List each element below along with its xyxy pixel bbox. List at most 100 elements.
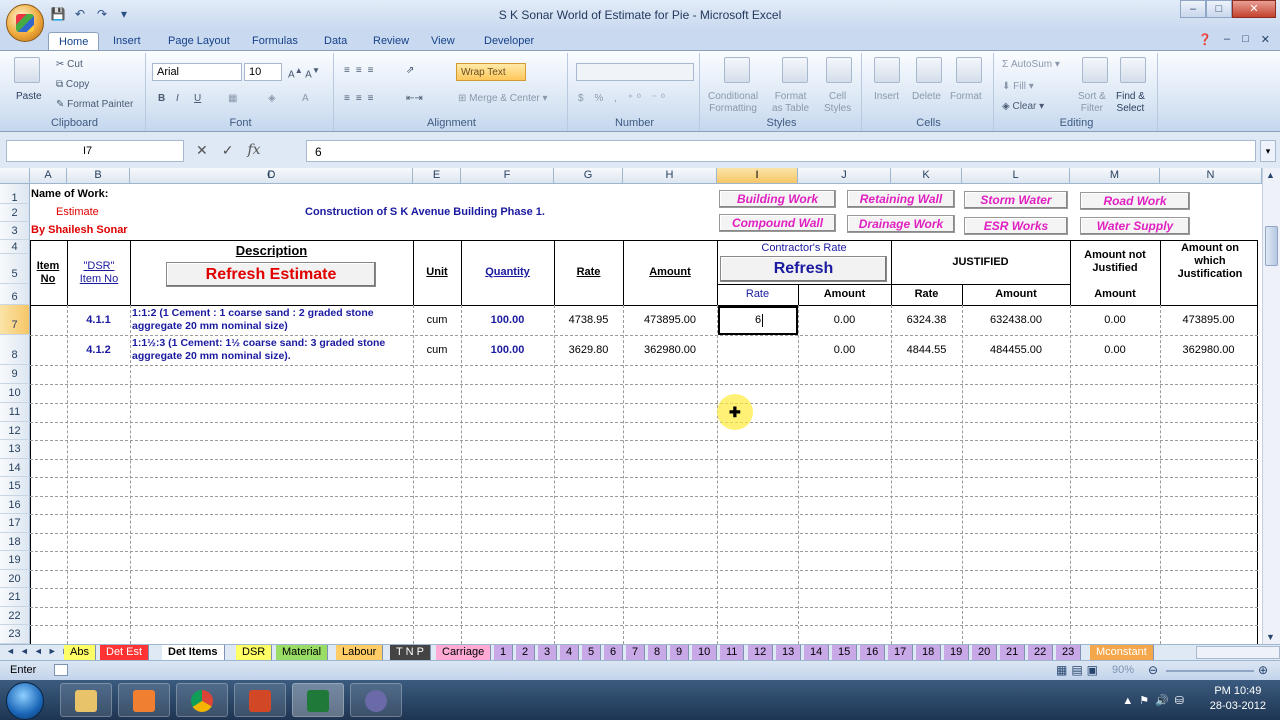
insert-cells-button[interactable]: Insert	[874, 91, 899, 102]
sheet-tab-numbered[interactable]: 4	[560, 645, 580, 660]
fill-button[interactable]: ⬇ Fill ▾	[1002, 81, 1034, 92]
description-cell-line1[interactable]: 1:1:2 (1 Cement : 1 coarse sand : 2 grad…	[132, 307, 374, 319]
format-as-table-icon[interactable]	[782, 57, 808, 83]
contractor-rate-input[interactable]: 6	[755, 314, 761, 326]
row-header-4[interactable]: 4	[0, 240, 30, 254]
name-box[interactable]: I7	[6, 140, 184, 162]
refresh-button[interactable]: Refresh	[720, 256, 887, 282]
col-header-e[interactable]: E	[413, 168, 461, 184]
find-select-icon[interactable]	[1120, 57, 1146, 83]
conditional-formatting-icon[interactable]	[724, 57, 750, 83]
sheet-tab-numbered[interactable]: 10	[692, 645, 718, 660]
taskbar-speedometer[interactable]	[350, 683, 402, 717]
amount-cell[interactable]: 362980.00	[623, 344, 717, 356]
autosum-button[interactable]: Σ AutoSum ▾	[1002, 59, 1060, 70]
expand-formula-bar-icon[interactable]: ▾	[1260, 140, 1276, 162]
bold-icon[interactable]: B	[158, 93, 165, 104]
sheet-tab-numbered[interactable]: 14	[804, 645, 830, 660]
justified-rate-cell[interactable]: 4844.55	[891, 344, 962, 356]
row-header-8[interactable]: 8	[0, 335, 30, 365]
sheet-tab-numbered[interactable]: 1	[494, 645, 514, 660]
col-header-j[interactable]: J	[798, 168, 891, 184]
contractor-amount-cell[interactable]: 0.00	[798, 314, 891, 326]
dsr-cell[interactable]: 4.1.1	[67, 314, 130, 326]
italic-icon[interactable]: I	[176, 93, 179, 104]
cut-button[interactable]: ✂ Cut	[56, 59, 83, 70]
sheet-tab-numbered[interactable]: 12	[748, 645, 774, 660]
tab-view[interactable]: View	[421, 32, 465, 50]
format-cells-button[interactable]: Format	[950, 91, 982, 102]
retaining-wall-button[interactable]: Retaining Wall	[847, 190, 955, 208]
not-justified-cell[interactable]: 0.00	[1070, 314, 1160, 326]
compound-wall-button[interactable]: Compound Wall	[719, 214, 836, 232]
sheet-tab-abs[interactable]: Abs	[64, 645, 96, 660]
not-justified-cell[interactable]: 0.00	[1070, 344, 1160, 356]
quantity-cell[interactable]: 100.00	[461, 314, 554, 326]
refresh-estimate-button[interactable]: Refresh Estimate	[166, 262, 376, 287]
row-header-17[interactable]: 17	[0, 514, 30, 533]
row-header-16[interactable]: 16	[0, 496, 30, 514]
esr-works-button[interactable]: ESR Works	[964, 217, 1068, 235]
quantity-cell[interactable]: 100.00	[461, 344, 554, 356]
on-which-cell[interactable]: 362980.00	[1160, 344, 1257, 356]
conditional-formatting-button[interactable]: Conditional Formatting	[708, 91, 758, 115]
sheet-tab-numbered[interactable]: 20	[972, 645, 998, 660]
water-supply-button[interactable]: Water Supply	[1080, 217, 1190, 235]
col-header-n[interactable]: N	[1160, 168, 1262, 184]
row-header-9[interactable]: 9	[0, 365, 30, 384]
row-header-13[interactable]: 13	[0, 440, 30, 459]
row-header-18[interactable]: 18	[0, 533, 30, 551]
sheet-tab-numbered[interactable]: 5	[582, 645, 602, 660]
format-cells-icon[interactable]	[956, 57, 982, 83]
description-cell-line1[interactable]: 1:1½:3 (1 Cement: 1½ coarse sand: 3 grad…	[132, 337, 385, 349]
road-work-button[interactable]: Road Work	[1080, 192, 1190, 210]
row-header-19[interactable]: 19	[0, 551, 30, 570]
sheet-tab-numbered[interactable]: 18	[916, 645, 942, 660]
active-cell-i7[interactable]: 6	[718, 306, 798, 335]
building-work-button[interactable]: Building Work	[719, 190, 836, 208]
zoom-in-icon[interactable]: ⊕	[1258, 663, 1268, 677]
zoom-out-icon[interactable]: ⊖	[1148, 663, 1158, 677]
col-header-l[interactable]: L	[962, 168, 1070, 184]
merge-center-button[interactable]: ⊞ Merge & Center ▾	[458, 93, 548, 104]
insert-function-button[interactable]: fx	[247, 142, 260, 159]
sheet-tab-tnp[interactable]: T N P	[390, 645, 431, 660]
wrap-text-button[interactable]: Wrap Text	[456, 63, 526, 81]
row-header-1[interactable]: 1	[0, 184, 30, 204]
row-header-12[interactable]: 12	[0, 422, 30, 440]
row-header-5[interactable]: 5	[0, 254, 30, 284]
row-header-14[interactable]: 14	[0, 459, 30, 477]
paste-button[interactable]: Paste	[16, 91, 42, 102]
insert-cells-icon[interactable]	[874, 57, 900, 83]
sheet-tab-numbered[interactable]: 16	[860, 645, 886, 660]
formula-input[interactable]: 6	[306, 140, 1256, 162]
tab-data[interactable]: Data	[314, 32, 357, 50]
sheet-tab-numbered[interactable]: 13	[776, 645, 802, 660]
justified-amount-cell[interactable]: 632438.00	[962, 314, 1070, 326]
clear-button[interactable]: ◈ Clear ▾	[1002, 101, 1044, 112]
justified-rate-cell[interactable]: 6324.38	[891, 314, 962, 326]
col-header-h[interactable]: H	[623, 168, 717, 184]
row-header-7[interactable]: 7	[0, 305, 30, 335]
sheet-tab-labour[interactable]: Labour	[336, 645, 384, 660]
enter-icon[interactable]: ✓	[222, 142, 234, 159]
row-header-2[interactable]: 2	[0, 204, 30, 222]
drainage-work-button[interactable]: Drainage Work	[847, 215, 955, 233]
underline-icon[interactable]: U	[194, 93, 201, 104]
row-header-11[interactable]: 11	[0, 403, 30, 422]
sheet-tab-numbered[interactable]: 17	[888, 645, 914, 660]
horizontal-scrollbar[interactable]	[1196, 646, 1280, 659]
system-tray-icons[interactable]: ▲⚑🔊⛁	[1122, 694, 1190, 707]
ribbon-minimize-icon[interactable]: –	[1224, 33, 1230, 46]
sort-filter-button[interactable]: Sort & Filter	[1078, 91, 1106, 115]
unit-cell[interactable]: cum	[413, 344, 461, 356]
tab-developer[interactable]: Developer	[474, 32, 544, 50]
cell-styles-icon[interactable]	[826, 57, 852, 83]
sheet-tab-numbered[interactable]: 2	[516, 645, 536, 660]
minimize-button[interactable]: –	[1180, 0, 1206, 18]
scroll-thumb[interactable]	[1265, 226, 1278, 266]
tab-home[interactable]: Home	[48, 32, 100, 50]
sheet-tab-numbered[interactable]: 3	[538, 645, 558, 660]
office-button[interactable]	[6, 4, 44, 42]
find-select-button[interactable]: Find & Select	[1116, 91, 1145, 115]
